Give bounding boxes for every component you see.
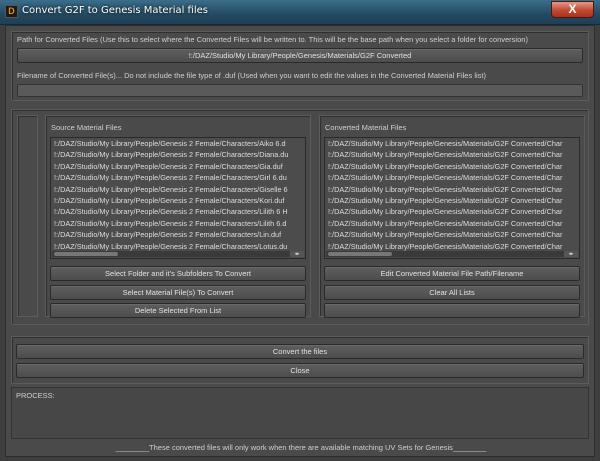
list-item[interactable]: !:/DAZ/Studio/My Library/People/Genesis … [51, 229, 305, 240]
left-side-strip [17, 115, 38, 317]
lists-panel: Source Material Files !:/DAZ/Studio/My L… [11, 109, 589, 325]
list-item[interactable]: !:/DAZ/Studio/My Library/People/Genesis … [51, 218, 305, 229]
list-item[interactable]: !:/DAZ/Studio/My Library/People/Genesis/… [325, 195, 579, 206]
list-item[interactable]: !:/DAZ/Studio/My Library/People/Genesis … [51, 206, 305, 217]
converted-horizontal-scrollbar[interactable]: ◂▸ [326, 251, 578, 257]
daz-app-icon: D [5, 5, 18, 18]
source-heading: Source Material Files [51, 123, 122, 132]
list-item[interactable]: !:/DAZ/Studio/My Library/People/Genesis/… [325, 218, 579, 229]
edit-converted-path-button[interactable]: Edit Converted Material File Path/Filena… [324, 266, 580, 281]
list-item[interactable]: !:/DAZ/Studio/My Library/People/Genesis … [51, 138, 305, 149]
list-item[interactable]: !:/DAZ/Studio/My Library/People/Genesis … [51, 184, 305, 195]
blank-button[interactable] [324, 303, 580, 318]
scroll-arrows-icon[interactable]: ◂▸ [564, 251, 578, 257]
source-list-items: !:/DAZ/Studio/My Library/People/Genesis … [51, 138, 305, 252]
actions-panel: Convert the files Close [11, 336, 589, 384]
converted-list-items: !:/DAZ/Studio/My Library/People/Genesis/… [325, 138, 579, 252]
path-label: Path for Converted Files (Use this to se… [17, 35, 528, 44]
process-label: PROCESS: [16, 391, 55, 400]
title-bar[interactable]: D Convert G2F to Genesis Material files … [0, 0, 600, 25]
list-item[interactable]: !:/DAZ/Studio/My Library/People/Genesis … [51, 149, 305, 160]
list-item[interactable]: !:/DAZ/Studio/My Library/People/Genesis/… [325, 161, 579, 172]
path-panel: Path for Converted Files (Use this to se… [11, 31, 589, 101]
process-log[interactable]: PROCESS: [11, 387, 589, 439]
select-files-button[interactable]: Select Material File(s) To Convert [50, 285, 306, 300]
list-item[interactable]: !:/DAZ/Studio/My Library/People/Genesis/… [325, 206, 579, 217]
delete-selected-button[interactable]: Delete Selected From List [50, 303, 306, 318]
list-item[interactable]: !:/DAZ/Studio/My Library/People/Genesis/… [325, 149, 579, 160]
convert-files-button[interactable]: Convert the files [16, 344, 584, 359]
list-item[interactable]: !:/DAZ/Studio/My Library/People/Genesis … [51, 161, 305, 172]
converted-path-button[interactable]: !:/DAZ/Studio/My Library/People/Genesis/… [17, 48, 583, 63]
list-item[interactable]: !:/DAZ/Studio/My Library/People/Genesis … [51, 195, 305, 206]
clear-all-lists-button[interactable]: Clear All Lists [324, 285, 580, 300]
source-file-list[interactable]: !:/DAZ/Studio/My Library/People/Genesis … [50, 137, 306, 259]
converted-heading: Converted Material Files [325, 123, 407, 132]
dialog-body: Path for Converted Files (Use this to se… [5, 25, 595, 457]
converted-file-list[interactable]: !:/DAZ/Studio/My Library/People/Genesis/… [324, 137, 580, 259]
list-item[interactable]: !:/DAZ/Studio/My Library/People/Genesis/… [325, 172, 579, 183]
source-group: Source Material Files !:/DAZ/Studio/My L… [45, 115, 311, 318]
scrollbar-thumb[interactable] [328, 252, 392, 256]
select-folder-button[interactable]: Select Folder and it's Subfolders To Con… [50, 266, 306, 281]
source-horizontal-scrollbar[interactable]: ◂▸ [52, 251, 304, 257]
uv-sets-note: ________These converted files will only … [115, 443, 487, 452]
window-title: Convert G2F to Genesis Material files [22, 5, 208, 16]
list-item[interactable]: !:/DAZ/Studio/My Library/People/Genesis/… [325, 229, 579, 240]
list-item[interactable]: !:/DAZ/Studio/My Library/People/Genesis/… [325, 138, 579, 149]
close-button[interactable]: Close [16, 363, 584, 378]
converted-group: Converted Material Files !:/DAZ/Studio/M… [319, 115, 585, 318]
filename-label: Filename of Converted File(s)... Do not … [17, 71, 486, 80]
scrollbar-thumb[interactable] [54, 252, 118, 256]
window-close-button[interactable]: X [551, 1, 594, 18]
scroll-arrows-icon[interactable]: ◂▸ [290, 251, 304, 257]
list-item[interactable]: !:/DAZ/Studio/My Library/People/Genesis … [51, 172, 305, 183]
filename-input[interactable] [17, 84, 583, 97]
list-item[interactable]: !:/DAZ/Studio/My Library/People/Genesis/… [325, 184, 579, 195]
